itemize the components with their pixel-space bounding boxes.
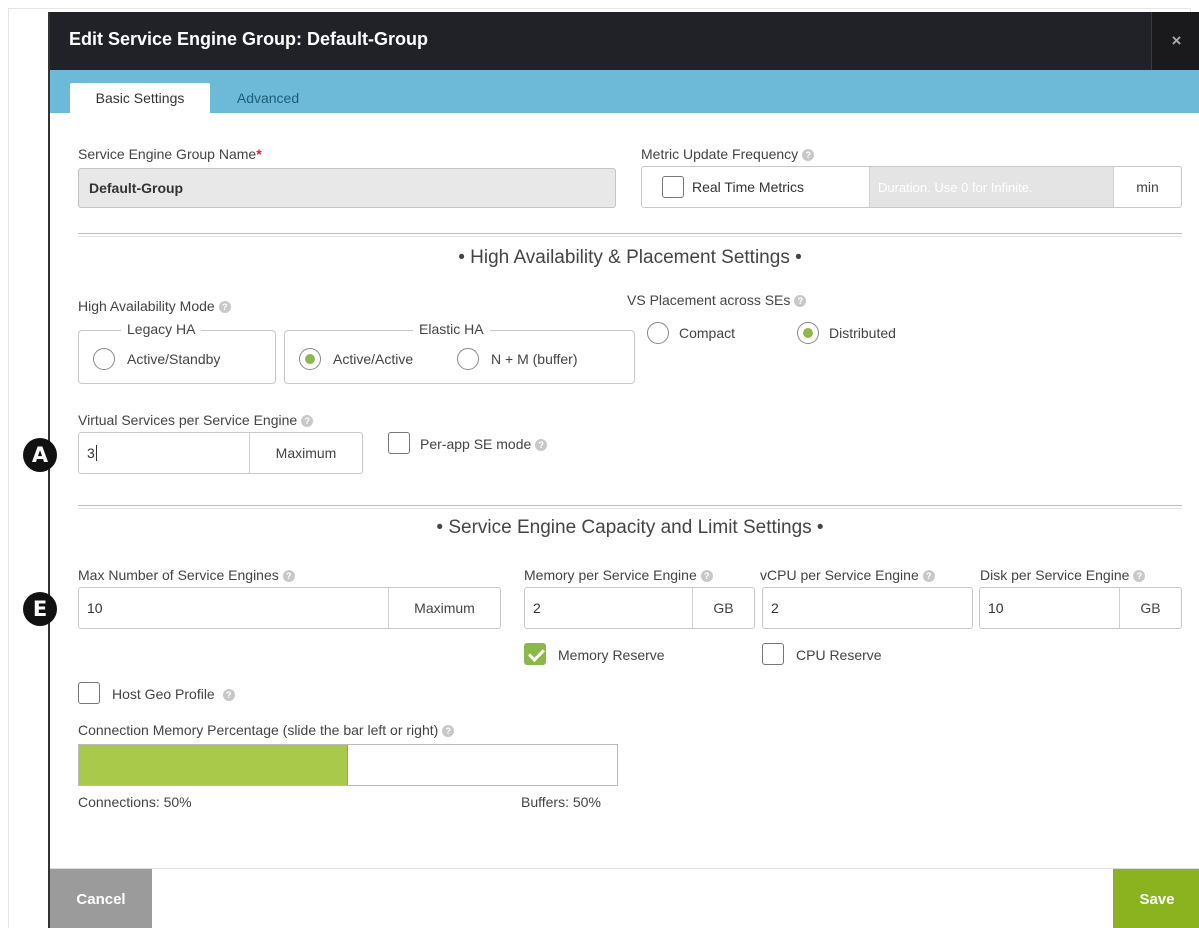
help-icon[interactable]: ? — [1133, 570, 1146, 582]
section-divider-inner — [78, 508, 1182, 509]
real-time-metrics-checkbox[interactable] — [662, 176, 684, 198]
help-icon[interactable]: ? — [700, 570, 713, 582]
se-group-name-field[interactable]: Default-Group — [78, 168, 616, 208]
disk-per-se-input[interactable]: 10 GB — [979, 587, 1182, 629]
tab-basic-settings[interactable]: Basic Settings — [70, 83, 210, 113]
help-icon[interactable]: ? — [218, 301, 231, 313]
max-se-unit: Maximum — [388, 588, 500, 628]
vs-per-se-label: Virtual Services per Service Engine? — [78, 412, 314, 428]
disk-per-se-label: Disk per Service Engine? — [980, 567, 1146, 583]
help-icon[interactable]: ? — [802, 149, 815, 161]
se-group-name-label: Service Engine Group Name* — [78, 146, 262, 162]
required-mark: * — [256, 146, 262, 162]
vs-per-se-input[interactable]: 3 Maximum — [78, 432, 363, 474]
slider-fill[interactable] — [79, 745, 348, 785]
section-divider — [78, 233, 1182, 234]
connection-memory-slider[interactable] — [78, 744, 618, 786]
ha-placement-section-title: • High Availability & Placement Settings… — [458, 247, 802, 268]
legacy-ha-legend: Legacy HA — [121, 321, 202, 337]
edit-se-group-dialog: Edit Service Engine Group: Default-Group… — [48, 12, 1199, 928]
active-active-radio[interactable] — [299, 348, 321, 370]
real-time-metrics-label: Real Time Metrics — [692, 179, 805, 195]
help-icon[interactable]: ? — [222, 689, 235, 701]
n-plus-m-label: N + M (buffer) — [491, 351, 578, 367]
elastic-ha-legend: Elastic HA — [413, 321, 490, 337]
per-app-se-mode-label: Per-app SE mode? — [420, 436, 548, 452]
distributed-radio[interactable] — [797, 322, 819, 344]
host-geo-profile-label: Host Geo Profile? — [112, 686, 235, 702]
tab-advanced[interactable]: Advanced — [218, 83, 318, 113]
cpu-reserve-checkbox[interactable] — [762, 643, 784, 665]
capacity-section-title: • Service Engine Capacity and Limit Sett… — [436, 517, 824, 538]
vcpu-per-se-label: vCPU per Service Engine? — [760, 567, 935, 583]
cpu-reserve-label: CPU Reserve — [796, 647, 882, 663]
section-divider-inner — [78, 236, 1182, 237]
memory-reserve-checkbox[interactable] — [524, 643, 546, 665]
active-active-label: Active/Active — [333, 351, 414, 367]
elastic-ha-group: Elastic HA Active/Active N + M (buffer) — [284, 321, 635, 384]
memory-per-se-unit: GB — [692, 588, 754, 628]
compact-radio[interactable] — [647, 322, 669, 344]
metric-update-group: Real Time Metrics Duration. Use 0 for In… — [641, 166, 1182, 208]
compact-label: Compact — [679, 325, 736, 341]
help-icon[interactable]: ? — [301, 415, 314, 427]
close-icon: × — [1171, 31, 1182, 50]
tab-bar: Basic Settings Advanced — [50, 70, 1199, 113]
disk-per-se-unit: GB — [1119, 588, 1181, 628]
connection-memory-label: Connection Memory Percentage (slide the … — [78, 722, 455, 738]
memory-per-se-label: Memory per Service Engine? — [524, 567, 713, 583]
memory-per-se-input[interactable]: 2 GB — [524, 587, 755, 629]
section-divider — [78, 505, 1182, 506]
callout-marker-e: E — [23, 592, 57, 626]
dialog-title: Edit Service Engine Group: Default-Group — [69, 29, 429, 49]
ha-mode-label: High Availability Mode? — [78, 298, 231, 314]
host-geo-profile-checkbox[interactable] — [78, 682, 100, 704]
active-standby-radio[interactable] — [93, 348, 115, 370]
cancel-button[interactable]: Cancel — [50, 869, 152, 928]
help-icon[interactable]: ? — [922, 570, 935, 582]
help-icon[interactable]: ? — [442, 725, 455, 737]
buffers-percent-label: Buffers: 50% — [521, 794, 601, 810]
duration-input[interactable]: Duration. Use 0 for Infinite. — [869, 167, 1113, 207]
legacy-ha-group: Legacy HA Active/Standby — [78, 321, 276, 384]
help-icon[interactable]: ? — [535, 439, 548, 451]
connections-percent-label: Connections: 50% — [78, 794, 192, 810]
help-icon[interactable]: ? — [794, 295, 807, 307]
memory-reserve-label: Memory Reserve — [558, 647, 665, 663]
close-button[interactable]: × — [1151, 12, 1199, 70]
vcpu-per-se-input[interactable]: 2 — [762, 587, 973, 629]
callout-marker-a: A — [23, 438, 57, 472]
n-plus-m-radio[interactable] — [457, 348, 479, 370]
save-button[interactable]: Save — [1113, 869, 1199, 928]
dialog-header: Edit Service Engine Group: Default-Group… — [50, 12, 1199, 70]
text-cursor — [95, 445, 97, 461]
dialog-footer: Cancel Save — [50, 868, 1199, 928]
per-app-se-mode-checkbox[interactable] — [388, 432, 410, 454]
vs-per-se-unit: Maximum — [249, 433, 362, 473]
vs-placement-label: VS Placement across SEs? — [627, 292, 807, 308]
metric-update-label: Metric Update Frequency? — [641, 146, 815, 162]
duration-unit: min — [1113, 167, 1181, 207]
help-icon[interactable]: ? — [282, 570, 295, 582]
active-standby-label: Active/Standby — [127, 351, 221, 367]
max-se-input[interactable]: 10 Maximum — [78, 587, 501, 629]
distributed-label: Distributed — [829, 325, 896, 341]
max-se-label: Max Number of Service Engines? — [78, 567, 295, 583]
